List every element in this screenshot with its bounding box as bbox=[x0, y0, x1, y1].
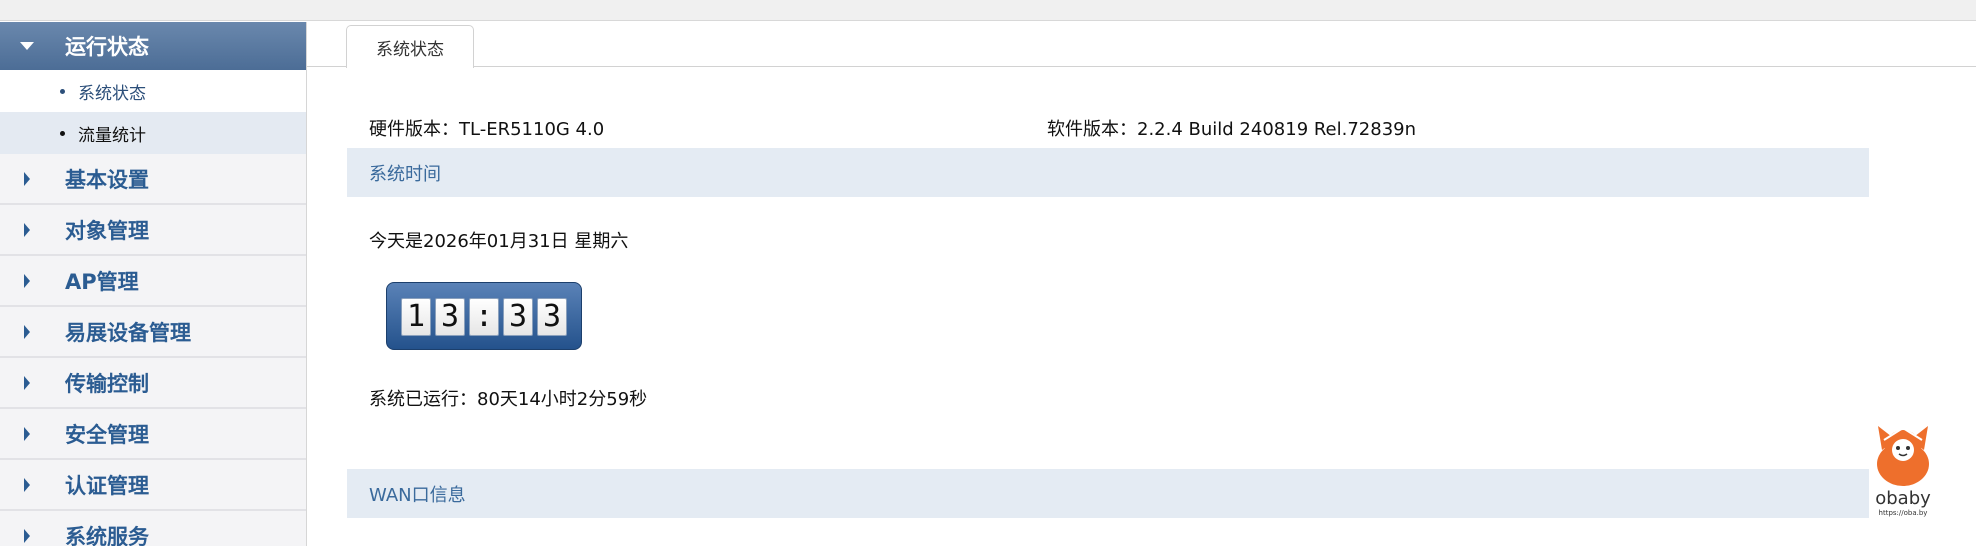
caret-right-icon bbox=[24, 324, 30, 339]
caret-right-icon bbox=[24, 426, 30, 441]
sidebar-group-label: 运行状态 bbox=[65, 35, 149, 59]
sidebar-item-label: 流量统计 bbox=[78, 125, 146, 146]
sidebar-group-system-services[interactable]: 系统服务 bbox=[0, 511, 306, 546]
watermark-url: https://oba.by bbox=[1878, 509, 1928, 517]
caret-down-icon bbox=[20, 42, 34, 50]
sidebar-group-label: AP管理 bbox=[65, 269, 139, 294]
bullet-icon bbox=[60, 88, 65, 94]
software-version: 软件版本：2.2.4 Build 240819 Rel.72839n bbox=[1047, 119, 1417, 140]
sidebar-group-label: 系统服务 bbox=[65, 524, 149, 546]
bullet-icon bbox=[60, 130, 65, 136]
obaby-watermark: obaby https://oba.by bbox=[1870, 420, 1936, 520]
sidebar-group-basic-settings[interactable]: 基本设置 bbox=[0, 154, 306, 205]
sidebar-group-transmission-control[interactable]: 传输控制 bbox=[0, 358, 306, 409]
hardware-version: 硬件版本：TL-ER5110G 4.0 bbox=[369, 119, 605, 140]
sidebar-group-label: 安全管理 bbox=[65, 422, 149, 447]
tab-strip-divider bbox=[307, 66, 1976, 67]
sidebar-item-label: 系统状态 bbox=[78, 83, 146, 104]
clock-digit-hour-ones: 3 bbox=[435, 298, 465, 336]
sidebar-group-running-status[interactable]: 运行状态 bbox=[0, 22, 306, 70]
sidebar-group-ap-management[interactable]: AP管理 bbox=[0, 256, 306, 307]
caret-right-icon bbox=[24, 222, 30, 237]
sidebar-group-label: 对象管理 bbox=[65, 218, 149, 243]
sidebar-group-auth-management[interactable]: 认证管理 bbox=[0, 460, 306, 511]
sidebar-menu: 运行状态 系统状态 流量统计 基本设置 对象管理 AP管理 易展设备管理 传输控… bbox=[0, 22, 307, 546]
top-bar bbox=[0, 0, 1976, 21]
clock-digit-minute-tens: 3 bbox=[503, 298, 533, 336]
digital-clock: 1 3 : 3 3 bbox=[386, 282, 582, 350]
section-header-system-time: 系统时间 bbox=[347, 148, 1869, 197]
clock-digit-hour-tens: 1 bbox=[401, 298, 431, 336]
caret-right-icon bbox=[24, 375, 30, 390]
sidebar-group-label: 认证管理 bbox=[65, 473, 149, 498]
sidebar-item-traffic-stats[interactable]: 流量统计 bbox=[0, 112, 306, 154]
clock-separator: : bbox=[469, 298, 499, 336]
caret-right-icon bbox=[24, 477, 30, 492]
caret-right-icon bbox=[24, 528, 30, 543]
system-uptime: 系统已运行：80天14小时2分59秒 bbox=[369, 389, 648, 410]
caret-right-icon bbox=[24, 273, 30, 288]
obaby-mascot-icon bbox=[1877, 426, 1929, 486]
current-date: 今天是2026年01月31日 星期六 bbox=[369, 231, 629, 252]
watermark-brand: obaby bbox=[1875, 488, 1931, 509]
sidebar-item-system-status[interactable]: 系统状态 bbox=[0, 70, 306, 112]
clock-digit-minute-ones: 3 bbox=[537, 298, 567, 336]
caret-right-icon bbox=[24, 171, 30, 186]
tab-system-status[interactable]: 系统状态 bbox=[346, 25, 474, 68]
section-title: WAN口信息 bbox=[369, 484, 466, 506]
sidebar-group-object-management[interactable]: 对象管理 bbox=[0, 205, 306, 256]
sidebar-group-label: 传输控制 bbox=[65, 371, 149, 396]
sidebar-group-security-management[interactable]: 安全管理 bbox=[0, 409, 306, 460]
sidebar-group-label: 基本设置 bbox=[65, 167, 149, 192]
section-header-wan-info: WAN口信息 bbox=[347, 469, 1869, 518]
sidebar-group-mesh-device-management[interactable]: 易展设备管理 bbox=[0, 307, 306, 358]
tab-label: 系统状态 bbox=[376, 39, 444, 60]
section-title: 系统时间 bbox=[369, 163, 441, 185]
sidebar-group-label: 易展设备管理 bbox=[65, 320, 191, 345]
